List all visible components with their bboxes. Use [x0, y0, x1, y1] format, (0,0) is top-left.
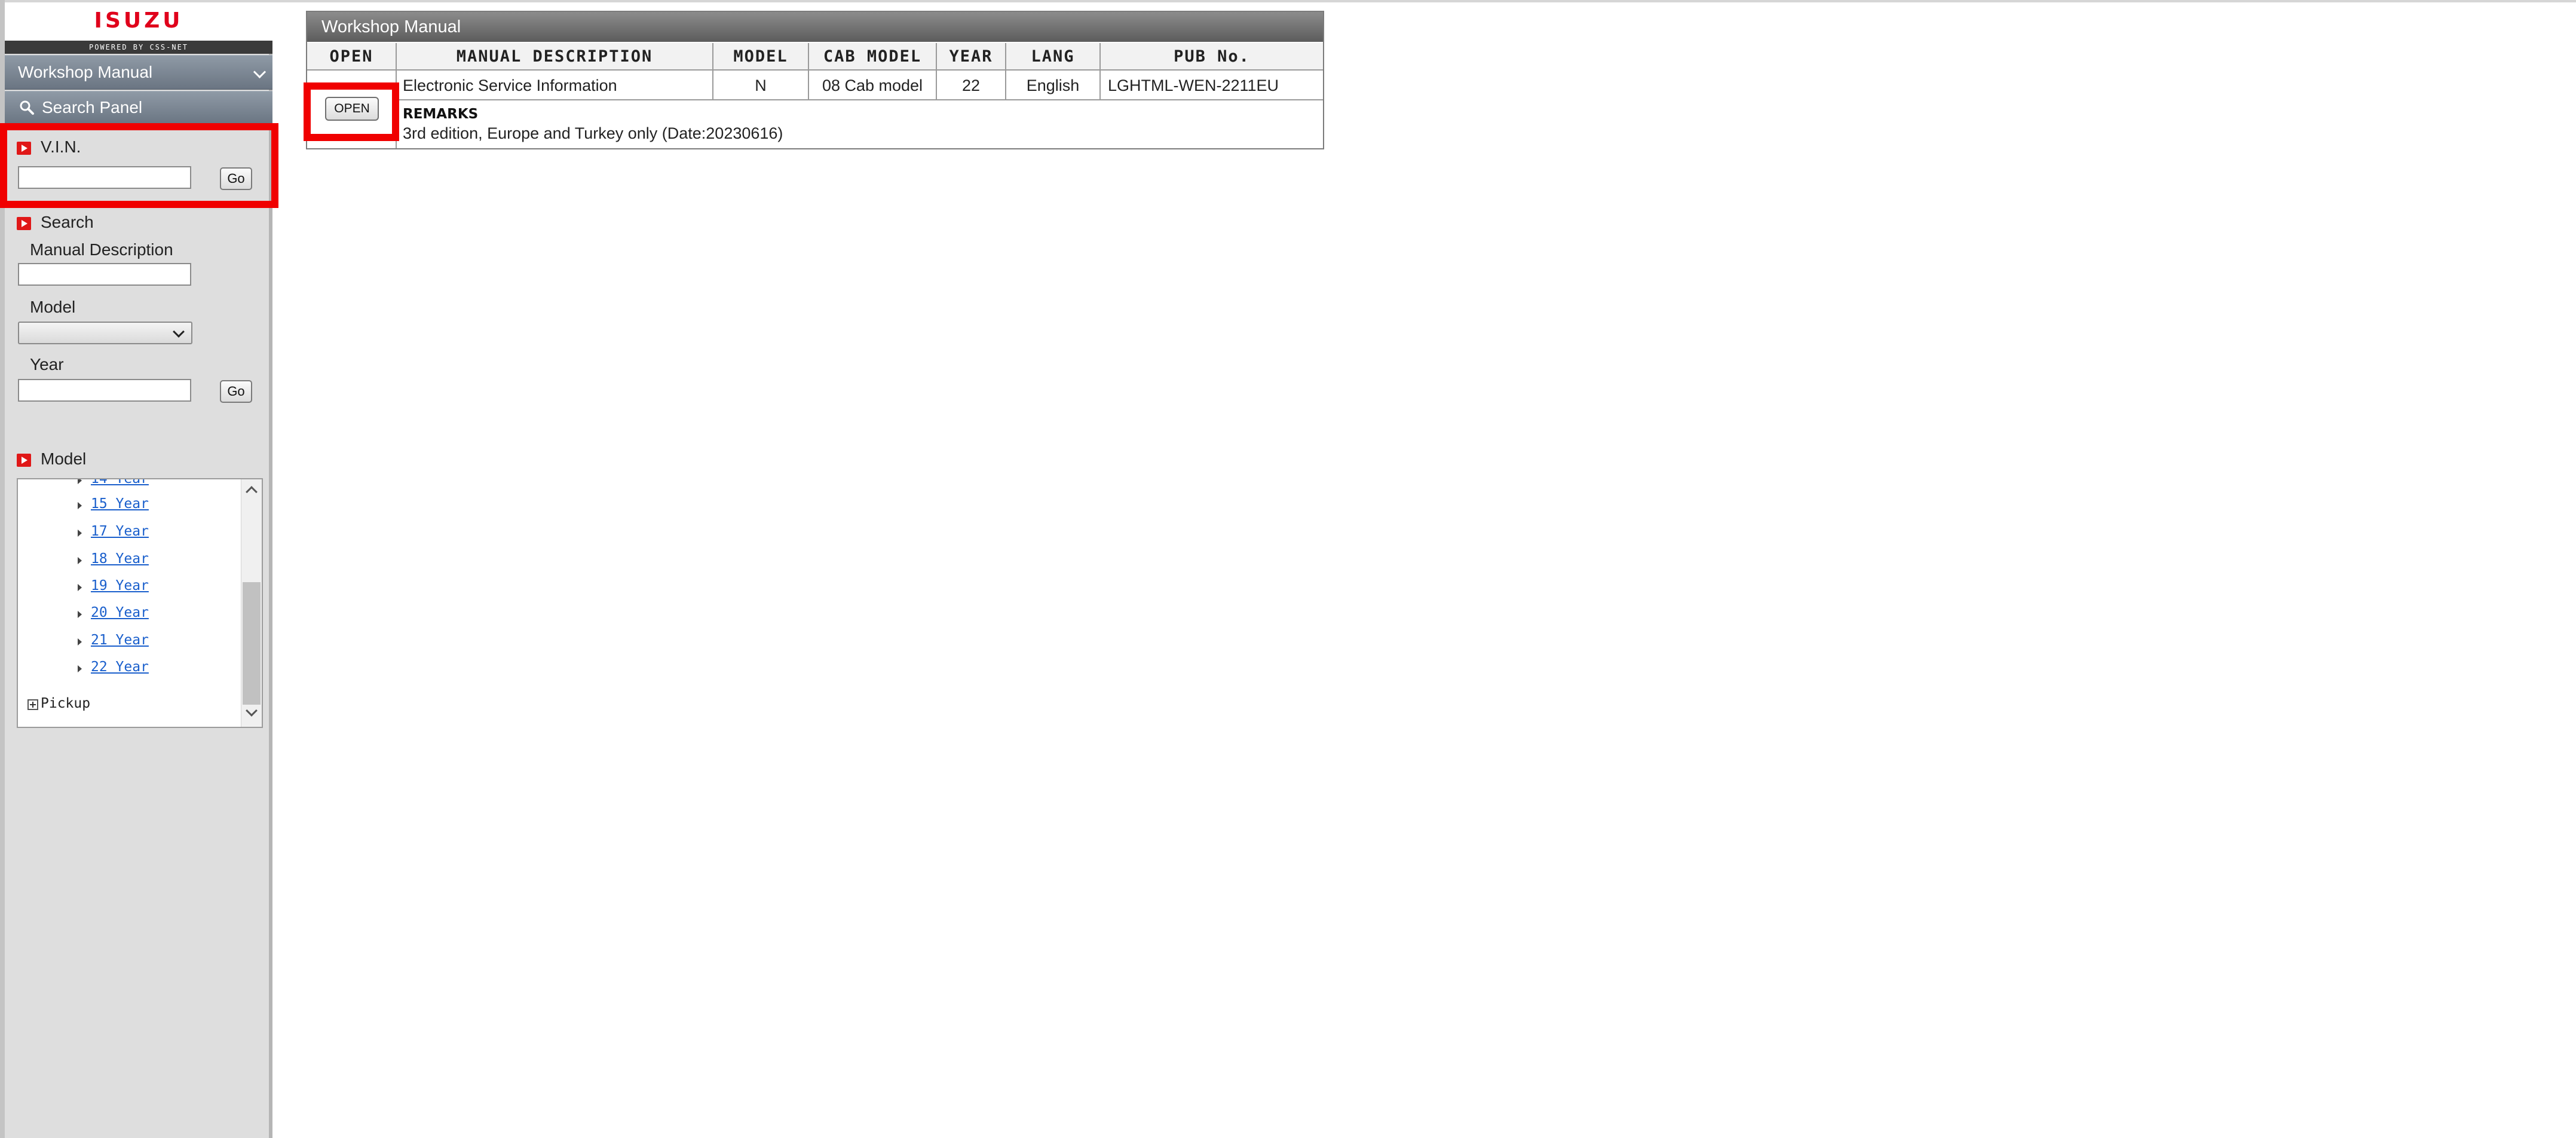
triangle-right-icon	[78, 557, 82, 564]
cell-model: N	[713, 71, 809, 100]
tree-item-link[interactable]: 18 Year	[91, 551, 149, 567]
triangle-right-icon	[78, 665, 82, 672]
column-header-manual-description: MANUAL DESCRIPTION	[397, 43, 713, 71]
scrollbar-thumb[interactable]	[243, 582, 261, 705]
remarks-label: REMARKS	[403, 106, 479, 122]
logo-wordmark: ISUZU	[94, 8, 183, 33]
model-label: Model	[30, 298, 76, 316]
model-select[interactable]	[18, 322, 192, 344]
cell-cab-model: 08 Cab model	[809, 71, 937, 100]
triangle-right-icon	[78, 611, 82, 618]
chevron-down-icon	[253, 65, 267, 79]
expand-plus-icon[interactable]	[27, 699, 38, 710]
tree-item-link[interactable]: 19 Year	[91, 578, 149, 594]
tree-scrollbar[interactable]	[241, 479, 262, 727]
triangle-right-icon	[78, 584, 82, 591]
top-border	[0, 0, 2576, 2]
workshop-manual-label: Workshop Manual	[18, 63, 153, 81]
column-header-model: MODEL	[713, 43, 809, 71]
search-heading-label: Search	[41, 213, 94, 231]
search-go-button[interactable]: Go	[220, 380, 252, 403]
chevron-down-icon	[173, 326, 185, 338]
triangle-right-icon	[78, 479, 82, 484]
chevron-down-icon[interactable]	[246, 705, 258, 717]
model-heading-label: Model	[41, 449, 87, 468]
manual-description-label: Manual Description	[30, 240, 173, 259]
tree-item-link[interactable]: 21 Year	[91, 632, 149, 648]
model-tree[interactable]: 14 Year 15 Year 17 Year 18 Year 19 Year …	[17, 478, 263, 728]
chevron-up-icon[interactable]	[246, 486, 258, 498]
year-label: Year	[30, 355, 64, 374]
logo-tagline: POWERED BY CSS-NET	[5, 41, 272, 54]
vin-highlight-box	[0, 123, 278, 208]
tree-item-link[interactable]: 15 Year	[91, 496, 149, 512]
column-header-open: OPEN	[307, 43, 397, 71]
panel-title: Workshop Manual	[307, 12, 1323, 42]
tree-item-link[interactable]: 17 Year	[91, 524, 149, 539]
play-bullet-icon	[17, 217, 31, 230]
tree-item-link[interactable]: 14 Year	[91, 479, 149, 487]
workshop-manual-panel: Workshop Manual OPEN MANUAL DESCRIPTION …	[306, 11, 1324, 149]
manual-description-input[interactable]	[18, 263, 191, 286]
column-header-pub-no: PUB No.	[1101, 43, 1323, 71]
search-icon	[20, 100, 34, 115]
column-header-lang: LANG	[1006, 43, 1101, 71]
search-panel-button[interactable]: Search Panel	[5, 91, 272, 124]
isuzu-logo: ISUZU POWERED BY CSS-NET	[5, 2, 272, 54]
triangle-right-icon	[78, 638, 82, 646]
open-button-highlight-box	[304, 82, 399, 141]
tree-item-link[interactable]: 22 Year	[91, 659, 149, 675]
cell-pub-no: LGHTML-WEN-2211EU	[1101, 71, 1323, 100]
triangle-right-icon	[78, 530, 82, 537]
cell-description: Electronic Service Information	[397, 71, 713, 100]
year-input[interactable]	[18, 379, 191, 402]
triangle-right-icon	[78, 502, 82, 509]
cell-year: 22	[937, 71, 1006, 100]
remarks-text: 3rd edition, Europe and Turkey only (Dat…	[403, 124, 783, 142]
tree-group-label[interactable]: Pickup	[41, 696, 90, 711]
column-header-cab-model: CAB MODEL	[809, 43, 937, 71]
workshop-manual-menu[interactable]: Workshop Manual	[5, 55, 272, 90]
column-header-year: YEAR	[937, 43, 1006, 71]
cell-lang: English	[1006, 71, 1101, 100]
play-bullet-icon	[17, 454, 31, 467]
tree-item-link[interactable]: 20 Year	[91, 605, 149, 620]
search-panel-label: Search Panel	[42, 98, 143, 117]
